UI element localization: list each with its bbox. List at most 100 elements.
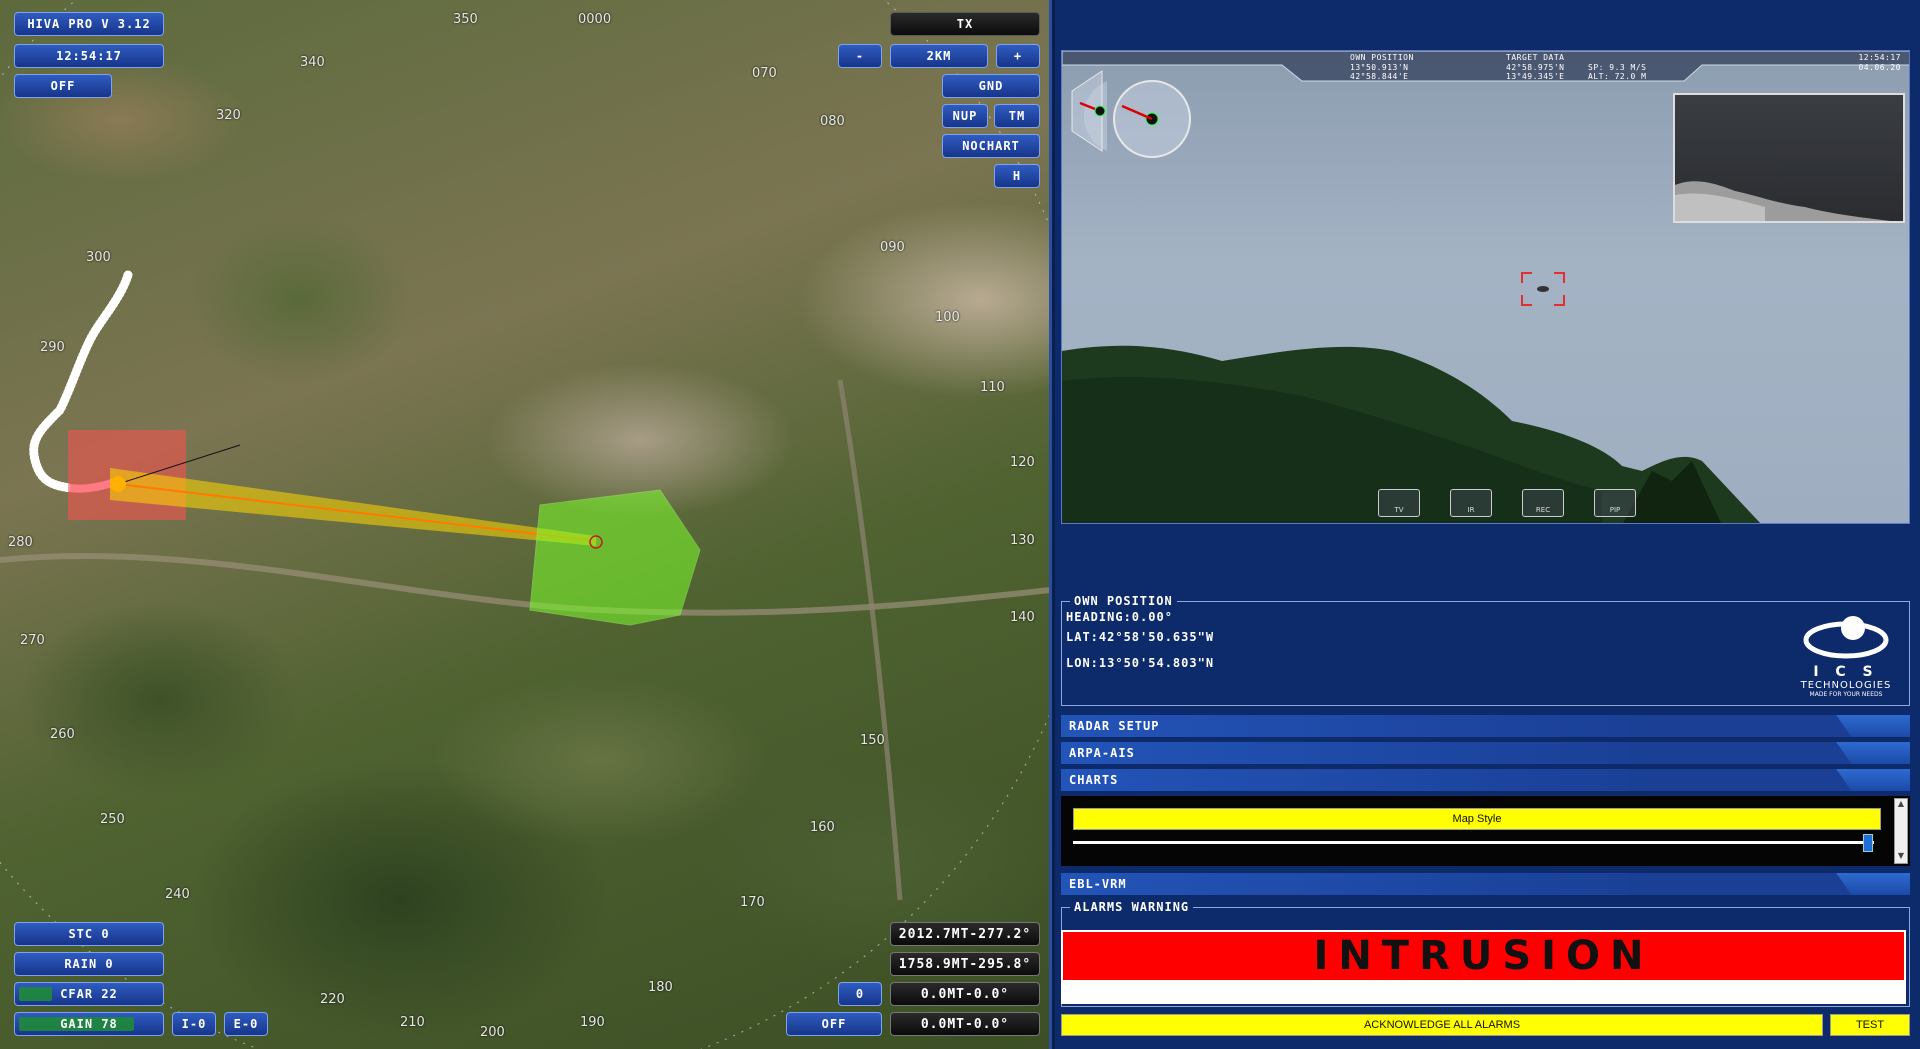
stc-control[interactable]: STC 0 <box>14 922 164 946</box>
section-ebl-vrm-label: EBL-VRM <box>1069 877 1127 891</box>
radar-overlay <box>0 0 1049 1049</box>
section-arpa-ais-label: ARPA-AIS <box>1069 746 1135 760</box>
gnd-button[interactable]: GND <box>942 74 1040 98</box>
bearing-label: 220 <box>320 992 345 1007</box>
acknowledge-alarms-button[interactable]: ACKNOWLEDGE ALL ALARMS <box>1061 1014 1823 1036</box>
ics-logo-icon <box>1803 616 1889 659</box>
zoom-out-button[interactable]: - <box>838 44 882 68</box>
pip-thermal-view[interactable] <box>1673 93 1905 223</box>
map-style-slider[interactable] <box>1073 841 1874 844</box>
right-panel: OWN POSITION 13°50.913'N 42°58.844'E TAR… <box>1055 0 1920 1049</box>
cfar-level-bar <box>19 987 52 1001</box>
gain-label: GAIN 78 <box>60 1017 118 1031</box>
bearing-label: 080 <box>820 114 845 129</box>
charts-panel: Map Style ▲ ▼ <box>1061 796 1910 866</box>
ics-logo: I C S TECHNOLOGIES MADE FOR YOUR NEEDS <box>1791 612 1901 698</box>
nochart-button[interactable]: NOCHART <box>942 134 1040 158</box>
bearing-label: 140 <box>1010 610 1035 625</box>
io-button[interactable]: I-0 <box>172 1012 216 1036</box>
bearing-label: 210 <box>400 1015 425 1030</box>
cfar-label: CFAR 22 <box>60 987 118 1001</box>
latitude-value: LAT:42°58'50.635"W <box>1066 630 1215 644</box>
section-charts[interactable]: CHARTS <box>1061 769 1910 791</box>
zoom-in-button[interactable]: + <box>996 44 1040 68</box>
bearing-label: 300 <box>86 250 111 265</box>
zero-button[interactable]: 0 <box>838 982 882 1006</box>
alarms-title: ALARMS WARNING <box>1070 900 1194 914</box>
scroll-down-icon[interactable]: ▼ <box>1895 851 1907 863</box>
logo-name: I C S <box>1813 664 1879 680</box>
off-button-2[interactable]: OFF <box>786 1012 882 1036</box>
bearing-label: 070 <box>752 66 777 81</box>
own-position-title: OWN POSITION <box>1070 594 1177 608</box>
clock-display: 12:54:17 <box>14 44 164 68</box>
bearing-label: 340 <box>300 55 325 70</box>
hud-time: 12:54:17 <box>1858 53 1901 62</box>
camera-pip-button[interactable]: PIP <box>1594 489 1636 517</box>
tm-button[interactable]: TM <box>994 104 1040 128</box>
hud-target-lat: 42°58.975'N <box>1506 63 1565 72</box>
bearing-label: 150 <box>860 733 885 748</box>
vrm-ebl-readout-3: 0.0MT-0.0° <box>890 982 1040 1006</box>
radar-map[interactable]: 350 340 320 300 290 280 270 260 250 240 … <box>0 0 1052 1049</box>
app-title-button[interactable]: HIVA PRO V 3.12 <box>14 12 164 36</box>
scroll-up-icon[interactable]: ▲ <box>1895 799 1907 811</box>
bearing-label: 290 <box>40 340 65 355</box>
map-style-slider-thumb[interactable] <box>1863 834 1874 852</box>
bearing-label: 090 <box>880 240 905 255</box>
hud-target-lon: 13°49.345'E <box>1506 72 1565 81</box>
eo-button[interactable]: E-0 <box>224 1012 268 1036</box>
section-radar-setup[interactable]: RADAR SETUP <box>1061 715 1910 737</box>
bearing-label: 190 <box>580 1015 605 1030</box>
tx-button[interactable]: TX <box>890 12 1040 36</box>
camera-view[interactable]: OWN POSITION 13°50.913'N 42°58.844'E TAR… <box>1061 50 1910 524</box>
range-display[interactable]: 2KM <box>890 44 988 68</box>
h-button[interactable]: H <box>994 164 1040 188</box>
hud-target-altitude: ALT: 72.0 M <box>1588 72 1647 81</box>
section-radar-setup-label: RADAR SETUP <box>1069 719 1160 733</box>
bearing-label: 170 <box>740 895 765 910</box>
vrm-ebl-readout-2: 1758.9MT-295.8° <box>890 952 1040 976</box>
bearing-label: 130 <box>1010 533 1035 548</box>
bearing-label: 350 <box>453 12 478 27</box>
test-button[interactable]: TEST <box>1830 1014 1910 1036</box>
vrm-ebl-readout-1: 2012.7MT-277.2° <box>890 922 1040 946</box>
rain-control[interactable]: RAIN 0 <box>14 952 164 976</box>
bearing-label: 120 <box>1010 455 1035 470</box>
safe-zone <box>529 489 701 626</box>
bearing-label: 200 <box>480 1025 505 1040</box>
map-style-label: Map Style <box>1073 808 1881 830</box>
hud-target-label: TARGET DATA <box>1506 53 1565 62</box>
bearing-label: 260 <box>50 727 75 742</box>
cfar-control[interactable]: CFAR 22 <box>14 982 164 1006</box>
charts-scrollbar[interactable]: ▲ ▼ <box>1894 798 1908 864</box>
camera-rec-button[interactable]: REC <box>1522 489 1564 517</box>
section-ebl-vrm[interactable]: EBL-VRM <box>1061 873 1910 895</box>
bearing-label: 100 <box>935 310 960 325</box>
bearing-label: 160 <box>810 820 835 835</box>
bearing-label: 280 <box>8 535 33 550</box>
camera-ir-button[interactable]: IR <box>1450 489 1492 517</box>
bearing-label: 110 <box>980 380 1005 395</box>
bearing-label: 0000 <box>578 12 612 27</box>
logo-sub: TECHNOLOGIES <box>1800 680 1892 691</box>
bearing-label: 240 <box>165 887 190 902</box>
hud-date: 04.06.20 <box>1858 63 1901 72</box>
alarm-message: INTRUSION <box>1061 930 1906 982</box>
pip-scene <box>1675 181 1891 221</box>
gain-control[interactable]: GAIN 78 <box>14 1012 164 1036</box>
section-charts-label: CHARTS <box>1069 773 1119 787</box>
bearing-label: 180 <box>648 980 673 995</box>
nup-button[interactable]: NUP <box>942 104 988 128</box>
camera-tv-button[interactable]: TV <box>1378 489 1420 517</box>
heading-value: HEADING:0.00° <box>1066 610 1173 624</box>
section-arpa-ais[interactable]: ARPA-AIS <box>1061 742 1910 764</box>
hud-target-speed: SP: 9.3 M/S <box>1588 63 1647 72</box>
longitude-value: LON:13°50'54.803"N <box>1066 656 1215 670</box>
bearing-label: 270 <box>20 633 45 648</box>
alarm-list <box>1061 982 1906 1004</box>
compass-gauge <box>1071 70 1191 158</box>
hud-own-lat: 13°50.913'N <box>1350 63 1409 72</box>
off-button[interactable]: OFF <box>14 74 112 98</box>
hud-own-lon: 42°58.844'E <box>1350 72 1409 81</box>
